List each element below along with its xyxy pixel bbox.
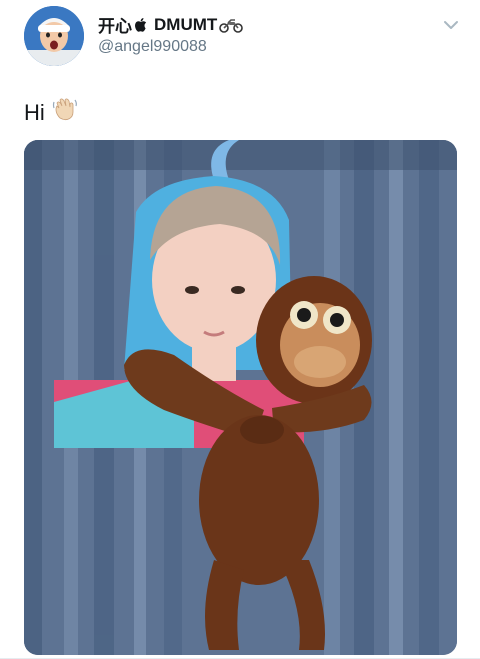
avatar[interactable]: [24, 6, 84, 66]
tweet-photo[interactable]: [24, 140, 457, 655]
display-name-text: 开心: [98, 17, 132, 36]
tweet-text-content: Hi: [24, 100, 45, 125]
apple-icon: [134, 17, 148, 33]
display-name-suffix: DMUMT: [154, 14, 218, 34]
display-name[interactable]: 开心 DMUMT: [98, 12, 244, 37]
motorcycle-icon: [219, 17, 244, 33]
tweet-card: 开心 DMUMT @angel990088 Hi: [0, 0, 480, 659]
chevron-down-icon[interactable]: [440, 16, 462, 34]
tweet-text: Hi: [24, 96, 79, 130]
user-handle[interactable]: @angel990088: [98, 38, 207, 56]
waving-hand-icon: [51, 96, 79, 130]
